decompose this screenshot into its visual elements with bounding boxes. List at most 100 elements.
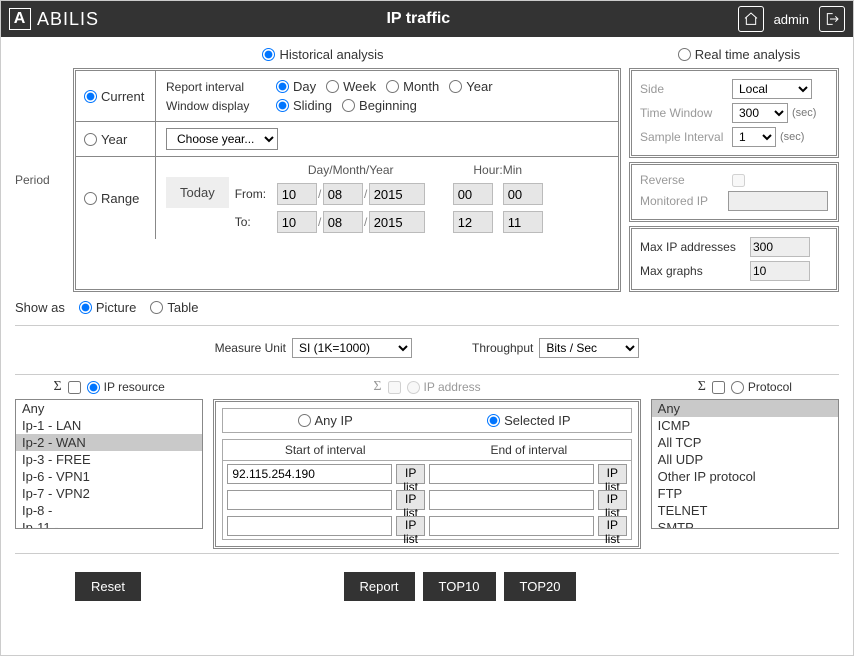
iplist-button-e2[interactable]: IP list [598,490,627,510]
historical-analysis-radio[interactable]: Historical analysis [262,47,383,62]
interval-year-radio[interactable]: Year [449,79,492,94]
protocol-item[interactable]: Any [652,400,838,417]
divider-3 [15,553,839,554]
interval-week-radio[interactable]: Week [326,79,376,94]
selected-ip-radio[interactable]: Selected IP [487,413,571,428]
report-button[interactable]: Report [344,572,415,601]
end-ip-input-3[interactable] [429,516,594,536]
top-bar: A ABILIS IP traffic admin [1,1,853,37]
from-day-input[interactable] [277,183,317,205]
start-ip-input-1[interactable] [227,464,392,484]
logout-icon[interactable] [819,6,845,32]
sigma-protocol: Σ [698,379,706,395]
iplist-button-s1[interactable]: IP list [396,464,425,484]
end-ip-input-2[interactable] [429,490,594,510]
protocol-item[interactable]: ICMP [652,417,838,434]
protocol-item[interactable]: FTP [652,485,838,502]
interval-month-radio[interactable]: Month [386,79,439,94]
sample-interval-select[interactable]: 1 [732,127,776,147]
monitored-ip-label: Monitored IP [640,194,724,208]
realtime-analysis-label: Real time analysis [695,47,801,62]
brand-logo: A ABILIS [9,8,99,30]
window-beginning-radio[interactable]: Beginning [342,98,417,113]
side-label: Side [640,82,728,96]
showas-label: Show as [15,300,65,315]
period-range-label: Range [101,191,139,206]
year-select[interactable]: Choose year... [166,128,278,150]
sigma-ip-address-checkbox[interactable] [388,381,401,394]
protocol-radio[interactable]: Protocol [731,380,792,394]
period-current-label: Current [101,89,144,104]
interval-day-radio[interactable]: Day [276,79,316,94]
max-graphs-label: Max graphs [640,264,746,278]
to-month-input[interactable] [323,211,363,233]
ip-resource-item[interactable]: Any [16,400,202,417]
ip-address-radio[interactable]: IP address [407,380,481,394]
time-window-select[interactable]: 300 [732,103,788,123]
any-ip-radio[interactable]: Any IP [298,413,353,428]
divider-2 [15,374,839,375]
sigma-ip-resource-checkbox[interactable] [68,381,81,394]
protocol-item[interactable]: Other IP protocol [652,468,838,485]
home-icon[interactable] [738,6,764,32]
ip-resource-item[interactable]: Ip-7 - VPN2 [16,485,202,502]
ip-resource-item[interactable]: Ip-1 - LAN [16,417,202,434]
monitored-ip-input[interactable] [728,191,828,211]
iplist-button-e1[interactable]: IP list [598,464,627,484]
max-graphs-input[interactable] [750,261,810,281]
iplist-button-s3[interactable]: IP list [396,516,425,536]
showas-table-radio[interactable]: Table [150,300,198,315]
period-current-radio[interactable]: Current [84,89,144,104]
reverse-label: Reverse [640,173,728,187]
to-label: To: [235,215,277,229]
to-hour-input[interactable] [453,211,493,233]
from-hour-input[interactable] [453,183,493,205]
end-ip-input-1[interactable] [429,464,594,484]
ip-resource-list[interactable]: AnyIp-1 - LANIp-2 - WANIp-3 - FREEIp-6 -… [15,399,203,529]
throughput-select[interactable]: Bits / Sec [539,338,639,358]
to-year-input[interactable] [369,211,425,233]
limits-box: Max IP addresses Max graphs [629,226,839,292]
protocol-item[interactable]: All UDP [652,451,838,468]
start-ip-input-2[interactable] [227,490,392,510]
from-min-input[interactable] [503,183,543,205]
ip-resource-item[interactable]: Ip-8 - [16,502,202,519]
protocol-item[interactable]: TELNET [652,502,838,519]
top20-button[interactable]: TOP20 [504,572,577,601]
from-label: From: [235,187,277,201]
realtime-analysis-radio[interactable]: Real time analysis [678,47,801,62]
ip-resource-item[interactable]: Ip-6 - VPN1 [16,468,202,485]
ip-address-panel: Any IP Selected IP Start of interval End… [213,399,640,549]
ip-resource-item[interactable]: Ip-11 - [16,519,202,529]
start-ip-input-3[interactable] [227,516,392,536]
sec-label-1: (sec) [792,107,816,119]
period-panel: Current Report interval Day Week Month Y… [73,68,621,292]
period-range-radio[interactable]: Range [84,191,139,206]
side-select[interactable]: Local [732,79,812,99]
page-title: IP traffic [99,10,738,28]
ip-resource-radio[interactable]: IP resource [87,380,165,394]
window-sliding-radio[interactable]: Sliding [276,98,332,113]
from-month-input[interactable] [323,183,363,205]
ip-resource-item[interactable]: Ip-2 - WAN [16,434,202,451]
reset-button[interactable]: Reset [75,572,141,601]
protocol-list[interactable]: AnyICMPAll TCPAll UDPOther IP protocolFT… [651,399,839,529]
showas-picture-radio[interactable]: Picture [79,300,136,315]
measure-unit-select[interactable]: SI (1K=1000) [292,338,412,358]
today-button[interactable]: Today [166,177,229,208]
iplist-button-e3[interactable]: IP list [598,516,627,536]
to-day-input[interactable] [277,211,317,233]
end-interval-header: End of interval [427,440,631,460]
sigma-protocol-checkbox[interactable] [712,381,725,394]
reverse-checkbox[interactable] [732,174,745,187]
top10-button[interactable]: TOP10 [423,572,496,601]
to-min-input[interactable] [503,211,543,233]
time-window-label: Time Window [640,106,728,120]
ip-resource-item[interactable]: Ip-3 - FREE [16,451,202,468]
iplist-button-s2[interactable]: IP list [396,490,425,510]
from-year-input[interactable] [369,183,425,205]
protocol-item[interactable]: SMTP [652,519,838,529]
period-year-radio[interactable]: Year [84,132,127,147]
protocol-item[interactable]: All TCP [652,434,838,451]
max-ip-input[interactable] [750,237,810,257]
